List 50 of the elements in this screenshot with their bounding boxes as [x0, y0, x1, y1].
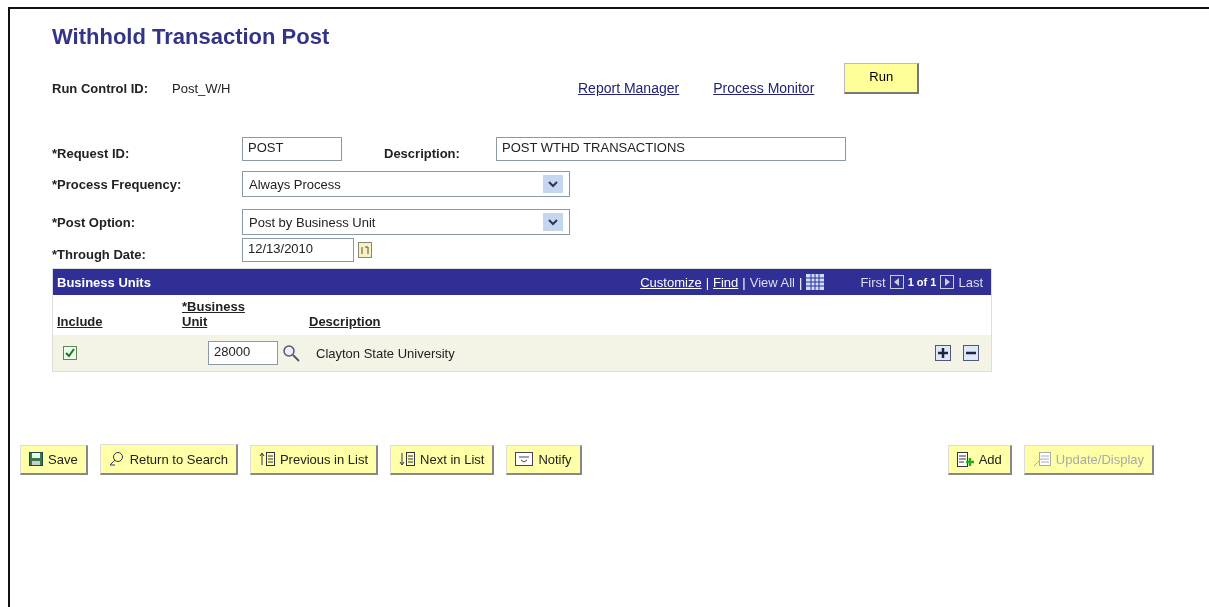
- add-row-button[interactable]: [935, 345, 951, 361]
- plus-icon: [938, 348, 948, 358]
- toolbar-button[interactable]: Next in List: [390, 444, 495, 475]
- separator: |: [799, 274, 803, 290]
- separator: |: [705, 274, 710, 290]
- magnifier-icon: [108, 451, 125, 467]
- select-label: *Process Frequency:: [52, 176, 183, 192]
- process-monitor-link[interactable]: Process Monitor: [713, 80, 815, 96]
- select-label: *Post Option:: [52, 214, 137, 230]
- toolbar-button[interactable]: Return to Search: [99, 444, 238, 475]
- business-unit-field[interactable]: 28000: [208, 341, 278, 365]
- toolbar-button[interactable]: Save: [20, 444, 88, 475]
- grid-title: Business Units: [57, 274, 152, 290]
- view-all-text: View All: [749, 274, 795, 290]
- run-control-value: Post_W/H: [172, 80, 232, 96]
- first-label: First: [860, 274, 886, 290]
- description-field[interactable]: POST WTHD TRANSACTIONS: [496, 136, 846, 161]
- through-date-label: *Through Date:: [52, 247, 147, 262]
- page-title: Withhold Transaction Post: [52, 24, 331, 50]
- column-header[interactable]: Description: [309, 314, 509, 329]
- separator: |: [742, 274, 746, 290]
- report-manager-link[interactable]: Report Manager: [578, 80, 680, 96]
- run-control-label: Run Control ID:: [52, 80, 150, 96]
- run-button[interactable]: Run: [844, 62, 920, 94]
- search-icon[interactable]: [282, 344, 300, 362]
- pencil-page-icon: [1032, 451, 1051, 467]
- down-arrow-list-icon: [399, 452, 416, 466]
- grid-table-icon[interactable]: [806, 274, 825, 290]
- up-arrow-list-icon: [258, 452, 275, 466]
- column-header[interactable]: Include: [57, 314, 182, 329]
- request-id-field[interactable]: POST: [242, 136, 342, 161]
- toolbar-button[interactable]: Previous in List: [249, 444, 379, 475]
- toolbar-button[interactable]: Add: [947, 444, 1012, 475]
- request-id-label: *Request ID:: [52, 146, 131, 161]
- find-link[interactable]: Find: [713, 274, 739, 290]
- dropdown-field[interactable]: Post by Business Unit: [242, 209, 570, 235]
- envelope-icon: [515, 452, 534, 466]
- dropdown-field[interactable]: Always Process: [242, 171, 570, 197]
- calendar-icon[interactable]: [358, 241, 372, 258]
- add-page-icon: [956, 451, 974, 467]
- date-field[interactable]: 12/13/2010: [242, 237, 354, 262]
- customize-link[interactable]: Customize: [640, 274, 702, 290]
- description-label: Description:: [384, 146, 461, 161]
- include-checkbox[interactable]: [63, 346, 77, 360]
- column-header[interactable]: *Business Unit: [182, 299, 272, 329]
- page-count: 1 of 1: [907, 276, 937, 288]
- last-label: Last: [958, 274, 983, 290]
- delete-row-button[interactable]: [963, 345, 979, 361]
- table-cell-text: Clayton State University: [316, 345, 456, 361]
- toolbar-button[interactable]: Notify: [506, 444, 582, 475]
